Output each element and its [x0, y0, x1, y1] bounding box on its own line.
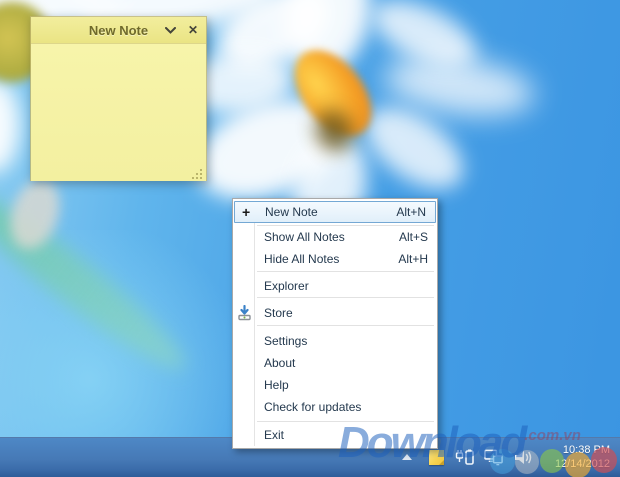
menu-item-label: Check for updates	[264, 400, 361, 414]
flower-petal	[0, 78, 20, 173]
chevron-down-icon[interactable]	[163, 23, 177, 37]
taskbar-clock[interactable]: 10:38 PM 12/14/2012	[546, 443, 610, 471]
clock-date: 12/14/2012	[555, 458, 610, 470]
network-icon[interactable]	[484, 445, 504, 469]
menu-item-check-for-updates[interactable]: Check for updates	[233, 396, 437, 418]
menu-item-store[interactable]: Store	[233, 302, 437, 324]
resize-grip-icon[interactable]	[192, 166, 203, 177]
sticky-note-window: New Note ✕	[30, 16, 207, 181]
menu-separator	[257, 325, 434, 326]
menu-item-label: Help	[264, 378, 289, 392]
menu-item-label: Store	[264, 306, 293, 320]
menu-separator	[257, 271, 434, 272]
menu-item-label: Exit	[264, 428, 284, 442]
menu-item-help[interactable]: Help	[233, 374, 437, 396]
volume-icon[interactable]	[513, 445, 533, 469]
menu-item-new-note[interactable]: + New Note Alt+N	[234, 201, 436, 223]
menu-item-explorer[interactable]: Explorer	[233, 275, 437, 297]
menu-item-label: New Note	[265, 205, 318, 219]
menu-item-label: Settings	[264, 334, 307, 348]
plus-icon: +	[242, 204, 250, 220]
menu-item-label: Explorer	[264, 279, 309, 293]
menu-shortcut: Alt+N	[396, 205, 426, 219]
menu-item-label: About	[264, 356, 295, 370]
menu-shortcut: Alt+S	[399, 230, 428, 244]
menu-item-about[interactable]: About	[233, 352, 437, 374]
menu-separator	[257, 421, 434, 422]
sticky-note-body[interactable]	[31, 44, 206, 181]
sticky-note-title: New Note	[89, 23, 148, 38]
menu-item-exit[interactable]: Exit	[233, 424, 437, 446]
menu-item-hide-all-notes[interactable]: Hide All Notes Alt+H	[233, 248, 437, 270]
menu-item-show-all-notes[interactable]: Show All Notes Alt+S	[233, 226, 437, 248]
install-arrow-icon	[237, 305, 252, 324]
menu-item-label: Show All Notes	[264, 230, 345, 244]
power-battery-icon[interactable]	[455, 445, 475, 469]
menu-item-label: Hide All Notes	[264, 252, 339, 266]
menu-item-settings[interactable]: Settings	[233, 330, 437, 352]
close-icon[interactable]: ✕	[186, 23, 200, 37]
clock-time: 10:38 PM	[563, 444, 610, 456]
menu-separator	[257, 297, 434, 298]
menu-shortcut: Alt+H	[398, 252, 428, 266]
sticky-note-titlebar[interactable]: New Note ✕	[31, 17, 206, 44]
context-menu: + New Note Alt+N Show All Notes Alt+S Hi…	[232, 198, 438, 449]
desktop-wallpaper: New Note ✕ + New Note Alt+N Show Al	[0, 0, 620, 477]
